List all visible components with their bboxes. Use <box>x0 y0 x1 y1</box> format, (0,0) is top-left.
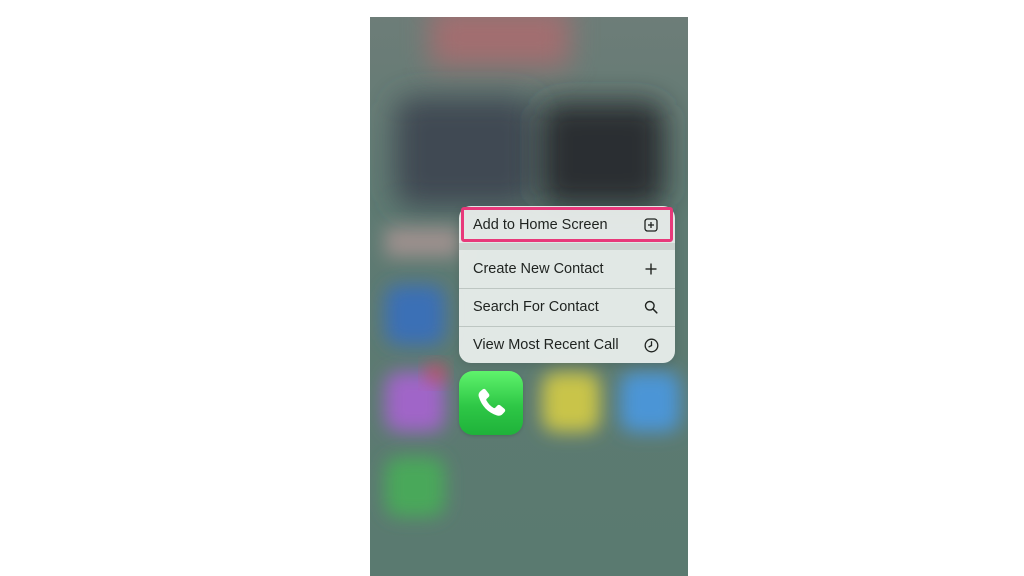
quick-action-create-new-contact[interactable]: Create New Contact <box>459 250 675 288</box>
menu-item-label: View Most Recent Call <box>473 337 619 353</box>
quick-action-search-for-contact[interactable]: Search For Contact <box>459 288 675 326</box>
phone-app-icon[interactable] <box>459 371 523 435</box>
phone-handset-icon <box>478 388 506 416</box>
plus-icon <box>643 261 659 277</box>
search-icon <box>643 299 659 315</box>
quick-action-view-most-recent-call[interactable]: View Most Recent Call <box>459 326 675 364</box>
menu-item-label: Create New Contact <box>473 261 604 277</box>
menu-group-separator <box>459 243 675 250</box>
quick-action-add-to-home-screen[interactable]: Add to Home Screen <box>459 206 675 243</box>
clock-icon <box>643 337 659 353</box>
menu-item-label: Add to Home Screen <box>473 216 608 233</box>
add-square-icon <box>643 217 659 233</box>
menu-item-label: Search For Contact <box>473 299 599 315</box>
